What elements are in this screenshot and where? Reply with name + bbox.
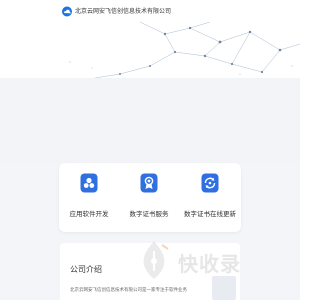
network-graphic [69, 22, 300, 78]
service-label: 数字证书服务 [129, 210, 169, 218]
page: 北京云网安飞信创信息技术有限公司 应用软件开发 数字证书服务 数字证书在线更新 … [0, 0, 300, 300]
section-title: 公司介绍 [70, 265, 102, 274]
cloud-logo-icon[interactable] [61, 6, 73, 17]
certificate-service-icon [140, 173, 158, 193]
pen-logo-icon [143, 241, 169, 279]
service-label: 数字证书在线更新 [184, 210, 236, 218]
company-intro-text: 北京云网安飞信创信息技术有限公司是一家专注于软件业务 [70, 288, 187, 293]
services-card: 应用软件开发 数字证书服务 数字证书在线更新 [59, 163, 241, 232]
hero-banner [0, 22, 300, 78]
watermark: 快收录 [136, 239, 286, 281]
content-background [0, 78, 300, 162]
app-development-icon [80, 173, 98, 193]
company-name[interactable]: 北京云网安飞信创信息技术有限公司 [75, 6, 171, 17]
service-certificate-update[interactable]: 数字证书在线更新 [180, 173, 240, 218]
certificate-update-icon [201, 173, 219, 193]
site-header: 北京云网安飞信创信息技术有限公司 [0, 0, 300, 22]
service-certificate[interactable]: 数字证书服务 [119, 173, 179, 218]
service-label: 应用软件开发 [69, 210, 109, 218]
service-app-development[interactable]: 应用软件开发 [59, 173, 119, 218]
watermark-text: 快收录 [178, 252, 241, 276]
